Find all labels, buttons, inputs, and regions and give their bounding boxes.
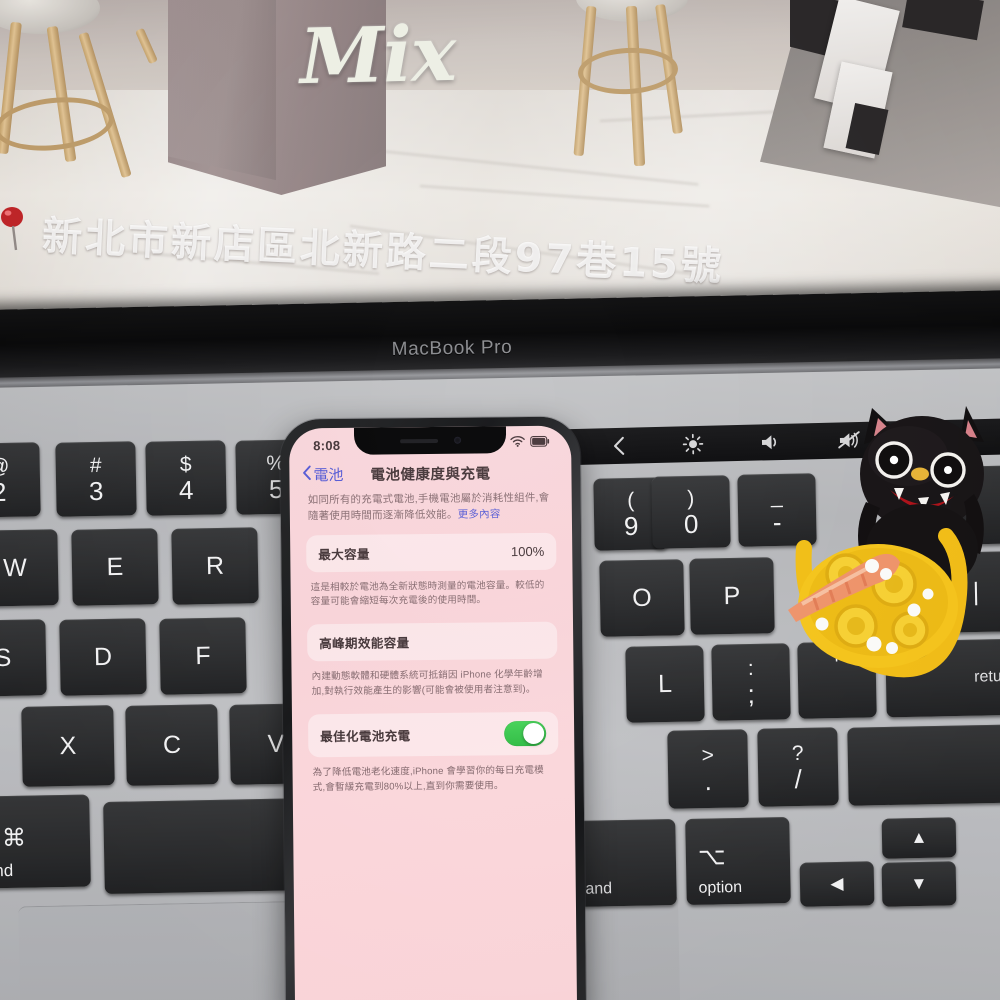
earpiece-speaker [399, 438, 438, 443]
key-r-label: R [205, 551, 225, 580]
row-peak-performance[interactable]: 高峰期效能容量 [307, 621, 558, 662]
battery-intro-text: 如同所有的充電式電池,手機電池屬於消耗性組件,會隨著使用時間而逐漸降低效能。更多… [306, 488, 556, 535]
key-command-left-label: command [0, 860, 14, 882]
optimized-charging-toggle[interactable] [504, 720, 547, 747]
key-o[interactable]: O [599, 559, 685, 637]
red-pin-icon [1, 207, 23, 251]
battery-icon [530, 434, 550, 452]
key-w[interactable]: W [0, 529, 59, 607]
ios-nav-bar: 電池 電池健康度與充電 [289, 456, 571, 491]
back-chevron-icon[interactable] [612, 436, 626, 456]
key-v-label: V [267, 729, 285, 758]
optimized-charging-label: 最佳化電池充電 [320, 729, 411, 745]
stool-leg [135, 27, 158, 65]
key-4-shift-label: $ [179, 452, 192, 476]
wifi-icon [510, 434, 525, 452]
key-w-label: W [2, 553, 28, 582]
key-slash-label: / [794, 763, 803, 794]
key-4-label: 4 [178, 474, 194, 505]
key-d[interactable]: D [59, 618, 147, 696]
key-greater-label: > [701, 743, 715, 767]
key-4[interactable]: $ 4 [145, 440, 227, 516]
settings-content: 如同所有的充電式電池,手機電池屬於消耗性組件,會隨著使用時間而逐漸降低效能。更多… [290, 488, 575, 811]
key-0-shift-label: ) [687, 486, 695, 510]
key-semicolon-label: ; [747, 678, 756, 709]
key-question-label: ? [791, 741, 804, 765]
front-camera-icon [453, 436, 461, 444]
key-command-right[interactable]: uand [571, 819, 677, 907]
key-arrow-up[interactable]: ▲ [881, 817, 957, 859]
key-3[interactable]: # 3 [55, 441, 137, 517]
key-l-label: L [657, 669, 673, 698]
key-shift-right[interactable]: sh [847, 724, 1000, 806]
key-3-label: 3 [88, 475, 104, 506]
key-o-label: O [631, 583, 652, 612]
key-2-shift-label: @ [0, 454, 10, 478]
key-r[interactable]: R [171, 527, 259, 605]
key-d-label: D [93, 642, 113, 671]
key-arrow-down[interactable]: ▼ [881, 861, 957, 907]
chococat-figurine [788, 406, 984, 678]
key-command-left[interactable]: ⌘ command [0, 794, 91, 890]
mix-logo: Mix [299, 8, 457, 102]
iphone-device: 8:08 電池 電池健康度與充電 如同所有的充電式電池,手機電池屬於消耗性組件,… [279, 416, 587, 1000]
key-2-label: 2 [0, 476, 7, 507]
iphone-screen[interactable]: 8:08 電池 電池健康度與充電 如同所有的充電式電池,手機電池屬於消耗性組件,… [288, 425, 578, 1000]
key-p-label: P [723, 581, 741, 610]
status-bar-indicators [510, 434, 550, 452]
laptop-screen-wallpaper: Mix 新北市新店區北新路二段97巷15號 [0, 0, 1000, 322]
key-0-label: 0 [683, 508, 699, 539]
row-maximum-capacity[interactable]: 最大容量 100% [306, 532, 557, 572]
key-2[interactable]: @ 2 [0, 442, 41, 518]
maximum-capacity-value: 100% [510, 543, 545, 559]
key-e-label: E [106, 552, 124, 581]
key-9-label: 9 [623, 510, 639, 541]
key-s[interactable]: S [0, 619, 47, 697]
key-arrow-up-label: ▲ [910, 827, 928, 848]
option-glyph-icon: ⌥ [697, 843, 726, 871]
key-c-label: C [162, 730, 182, 759]
learn-more-link[interactable]: 更多內容 [458, 509, 501, 521]
key-s-label: S [0, 643, 12, 672]
intro-body: 如同所有的充電式電池,手機電池屬於消耗性組件,會隨著使用時間而逐漸降低效能。 [307, 491, 550, 523]
page-title: 電池健康度與充電 [370, 465, 491, 484]
key-l[interactable]: L [625, 645, 705, 723]
maximum-capacity-description: 這是相較於電池為全新狀態時測量的電池容量。較低的容量可能會縮短每次充電後的使用時… [310, 579, 545, 608]
key-period[interactable]: > . [667, 729, 749, 809]
key-arrow-left[interactable]: ◀ [799, 861, 875, 907]
iphone-notch [353, 426, 507, 455]
command-glyph-icon: ⌘ [1, 824, 27, 853]
key-0[interactable]: ) 0 [651, 475, 731, 549]
status-bar-clock: 8:08 [313, 437, 341, 453]
key-colon-label: : [747, 656, 754, 680]
key-9-shift-label: ( [627, 488, 635, 512]
shop-column-edge [168, 0, 276, 181]
key-arrow-left-label: ◀ [830, 873, 844, 894]
key-e[interactable]: E [71, 528, 159, 606]
key-p[interactable]: P [689, 557, 775, 635]
macbook-pro-label: MacBook Pro [391, 336, 513, 361]
peak-performance-description: 內建動態軟體和硬體系統可抵銷因 iPhone 化學年齡增加,對執行效能產生的影響… [311, 669, 543, 698]
key-f[interactable]: F [159, 617, 247, 695]
key-option[interactable]: ⌥ option [685, 817, 791, 905]
key-c[interactable]: C [125, 704, 219, 786]
key-x-label: X [59, 731, 77, 760]
key-period-label: . [704, 765, 713, 796]
brightness-icon[interactable] [682, 433, 705, 456]
key-option-label: option [698, 878, 743, 897]
optimized-charging-description: 為了降低電池老化速度,iPhone 會學習你的每日充電模式,會暫緩充電到80%以… [312, 764, 544, 794]
key-f-label: F [195, 641, 211, 670]
key-arrow-down-label: ▼ [910, 873, 928, 894]
key-x[interactable]: X [21, 705, 115, 787]
maximum-capacity-label: 最大容量 [318, 547, 370, 562]
key-3-shift-label: # [89, 453, 102, 477]
toggle-knob [523, 722, 545, 745]
key-slash[interactable]: ? / [757, 727, 839, 807]
peak-performance-label: 高峰期效能容量 [319, 636, 410, 652]
photo-scene: Mix 新北市新店區北新路二段97巷15號 MacBook Pro @ 2 # … [0, 0, 1000, 1000]
row-optimized-charging[interactable]: 最佳化電池充電 [307, 711, 559, 758]
